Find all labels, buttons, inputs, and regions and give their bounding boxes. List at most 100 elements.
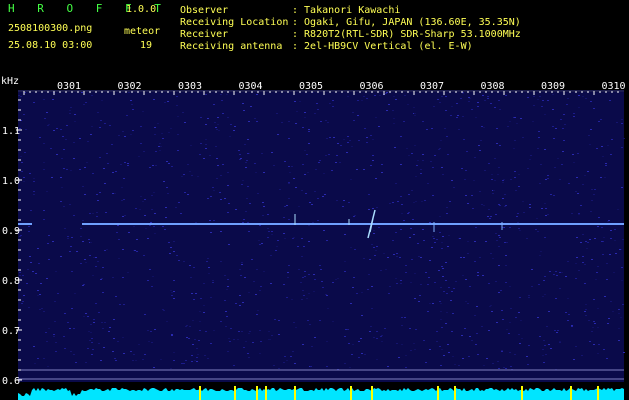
noise-speckle xyxy=(91,354,93,355)
noise-speckle xyxy=(164,229,166,230)
noise-speckle xyxy=(203,158,205,159)
noise-speckle xyxy=(350,303,352,304)
noise-speckle xyxy=(242,302,244,303)
noise-speckle xyxy=(560,119,562,120)
noise-speckle xyxy=(82,220,84,221)
noise-speckle xyxy=(403,121,405,122)
noise-speckle xyxy=(104,322,106,323)
noise-speckle xyxy=(89,213,91,214)
noise-speckle xyxy=(469,336,471,337)
noise-speckle xyxy=(488,163,490,164)
noise-speckle xyxy=(537,99,539,100)
noise-speckle xyxy=(395,278,397,279)
noise-speckle xyxy=(298,269,300,270)
noise-speckle xyxy=(213,220,215,221)
noise-speckle xyxy=(462,275,464,276)
noise-speckle xyxy=(347,142,349,143)
noise-speckle xyxy=(357,100,359,101)
noise-speckle xyxy=(153,226,155,227)
noise-speckle xyxy=(183,261,185,262)
noise-speckle xyxy=(106,153,108,154)
noise-speckle xyxy=(295,327,297,328)
noise-speckle xyxy=(270,283,272,284)
noise-speckle xyxy=(425,362,427,363)
noise-speckle xyxy=(336,155,338,156)
noise-speckle xyxy=(256,121,258,122)
noise-speckle xyxy=(537,317,539,318)
noise-speckle xyxy=(601,227,603,228)
noise-speckle xyxy=(168,242,170,243)
noise-speckle xyxy=(541,106,543,107)
noise-speckle xyxy=(85,313,87,314)
noise-speckle xyxy=(122,216,124,217)
noise-speckle xyxy=(376,359,378,360)
noise-speckle xyxy=(63,336,65,337)
noise-speckle xyxy=(69,204,71,205)
noise-speckle xyxy=(376,338,378,339)
noise-speckle xyxy=(193,267,195,268)
noise-speckle xyxy=(589,239,591,240)
noise-speckle xyxy=(332,282,334,283)
noise-speckle xyxy=(122,277,124,278)
noise-speckle xyxy=(449,201,451,202)
noise-speckle xyxy=(90,134,92,135)
noise-speckle xyxy=(492,193,494,194)
noise-speckle xyxy=(267,228,269,229)
noise-speckle xyxy=(622,239,624,240)
noise-speckle xyxy=(597,308,599,309)
noise-speckle xyxy=(268,231,270,232)
noise-speckle xyxy=(92,173,94,174)
noise-speckle xyxy=(320,269,322,270)
noise-speckle xyxy=(92,213,94,214)
noise-speckle xyxy=(437,99,439,100)
noise-speckle xyxy=(462,358,464,359)
noise-speckle xyxy=(288,219,290,220)
noise-speckle xyxy=(196,348,198,349)
noise-speckle xyxy=(240,275,242,276)
noise-speckle xyxy=(425,272,427,273)
noise-speckle xyxy=(538,284,540,285)
noise-speckle xyxy=(293,178,295,179)
noise-speckle xyxy=(414,349,416,350)
noise-speckle xyxy=(439,232,441,233)
noise-speckle xyxy=(82,241,84,242)
noise-speckle xyxy=(307,320,309,321)
time-tick-label: 0304 xyxy=(238,81,262,92)
noise-speckle xyxy=(366,137,368,138)
noise-speckle xyxy=(248,292,250,293)
noise-speckle xyxy=(140,143,142,144)
noise-speckle xyxy=(547,214,549,215)
noise-speckle xyxy=(578,213,580,214)
noise-speckle xyxy=(414,145,416,146)
noise-speckle xyxy=(208,267,210,268)
noise-speckle xyxy=(87,348,89,349)
noise-speckle xyxy=(197,354,199,355)
noise-speckle xyxy=(323,230,325,231)
noise-speckle xyxy=(527,168,529,169)
noise-speckle xyxy=(162,309,164,310)
noise-speckle xyxy=(85,362,87,363)
noise-speckle xyxy=(436,239,438,240)
noise-speckle xyxy=(241,262,243,263)
noise-speckle xyxy=(147,330,149,331)
noise-speckle xyxy=(610,238,612,239)
noise-speckle xyxy=(555,271,557,272)
noise-speckle xyxy=(460,257,462,258)
noise-speckle xyxy=(227,185,229,186)
noise-speckle xyxy=(344,363,346,364)
noise-speckle xyxy=(457,115,459,116)
noise-speckle xyxy=(115,360,117,361)
noise-speckle xyxy=(393,123,395,124)
noise-speckle xyxy=(576,237,578,238)
noise-speckle xyxy=(559,341,561,342)
noise-speckle xyxy=(414,115,416,116)
noise-speckle xyxy=(19,272,21,273)
noise-speckle xyxy=(108,331,110,332)
noise-speckle xyxy=(612,311,614,312)
noise-speckle xyxy=(516,123,518,124)
noise-speckle xyxy=(90,242,92,243)
noise-speckle xyxy=(621,123,623,124)
noise-speckle xyxy=(220,231,222,232)
noise-speckle xyxy=(395,183,397,184)
noise-speckle xyxy=(95,257,97,258)
